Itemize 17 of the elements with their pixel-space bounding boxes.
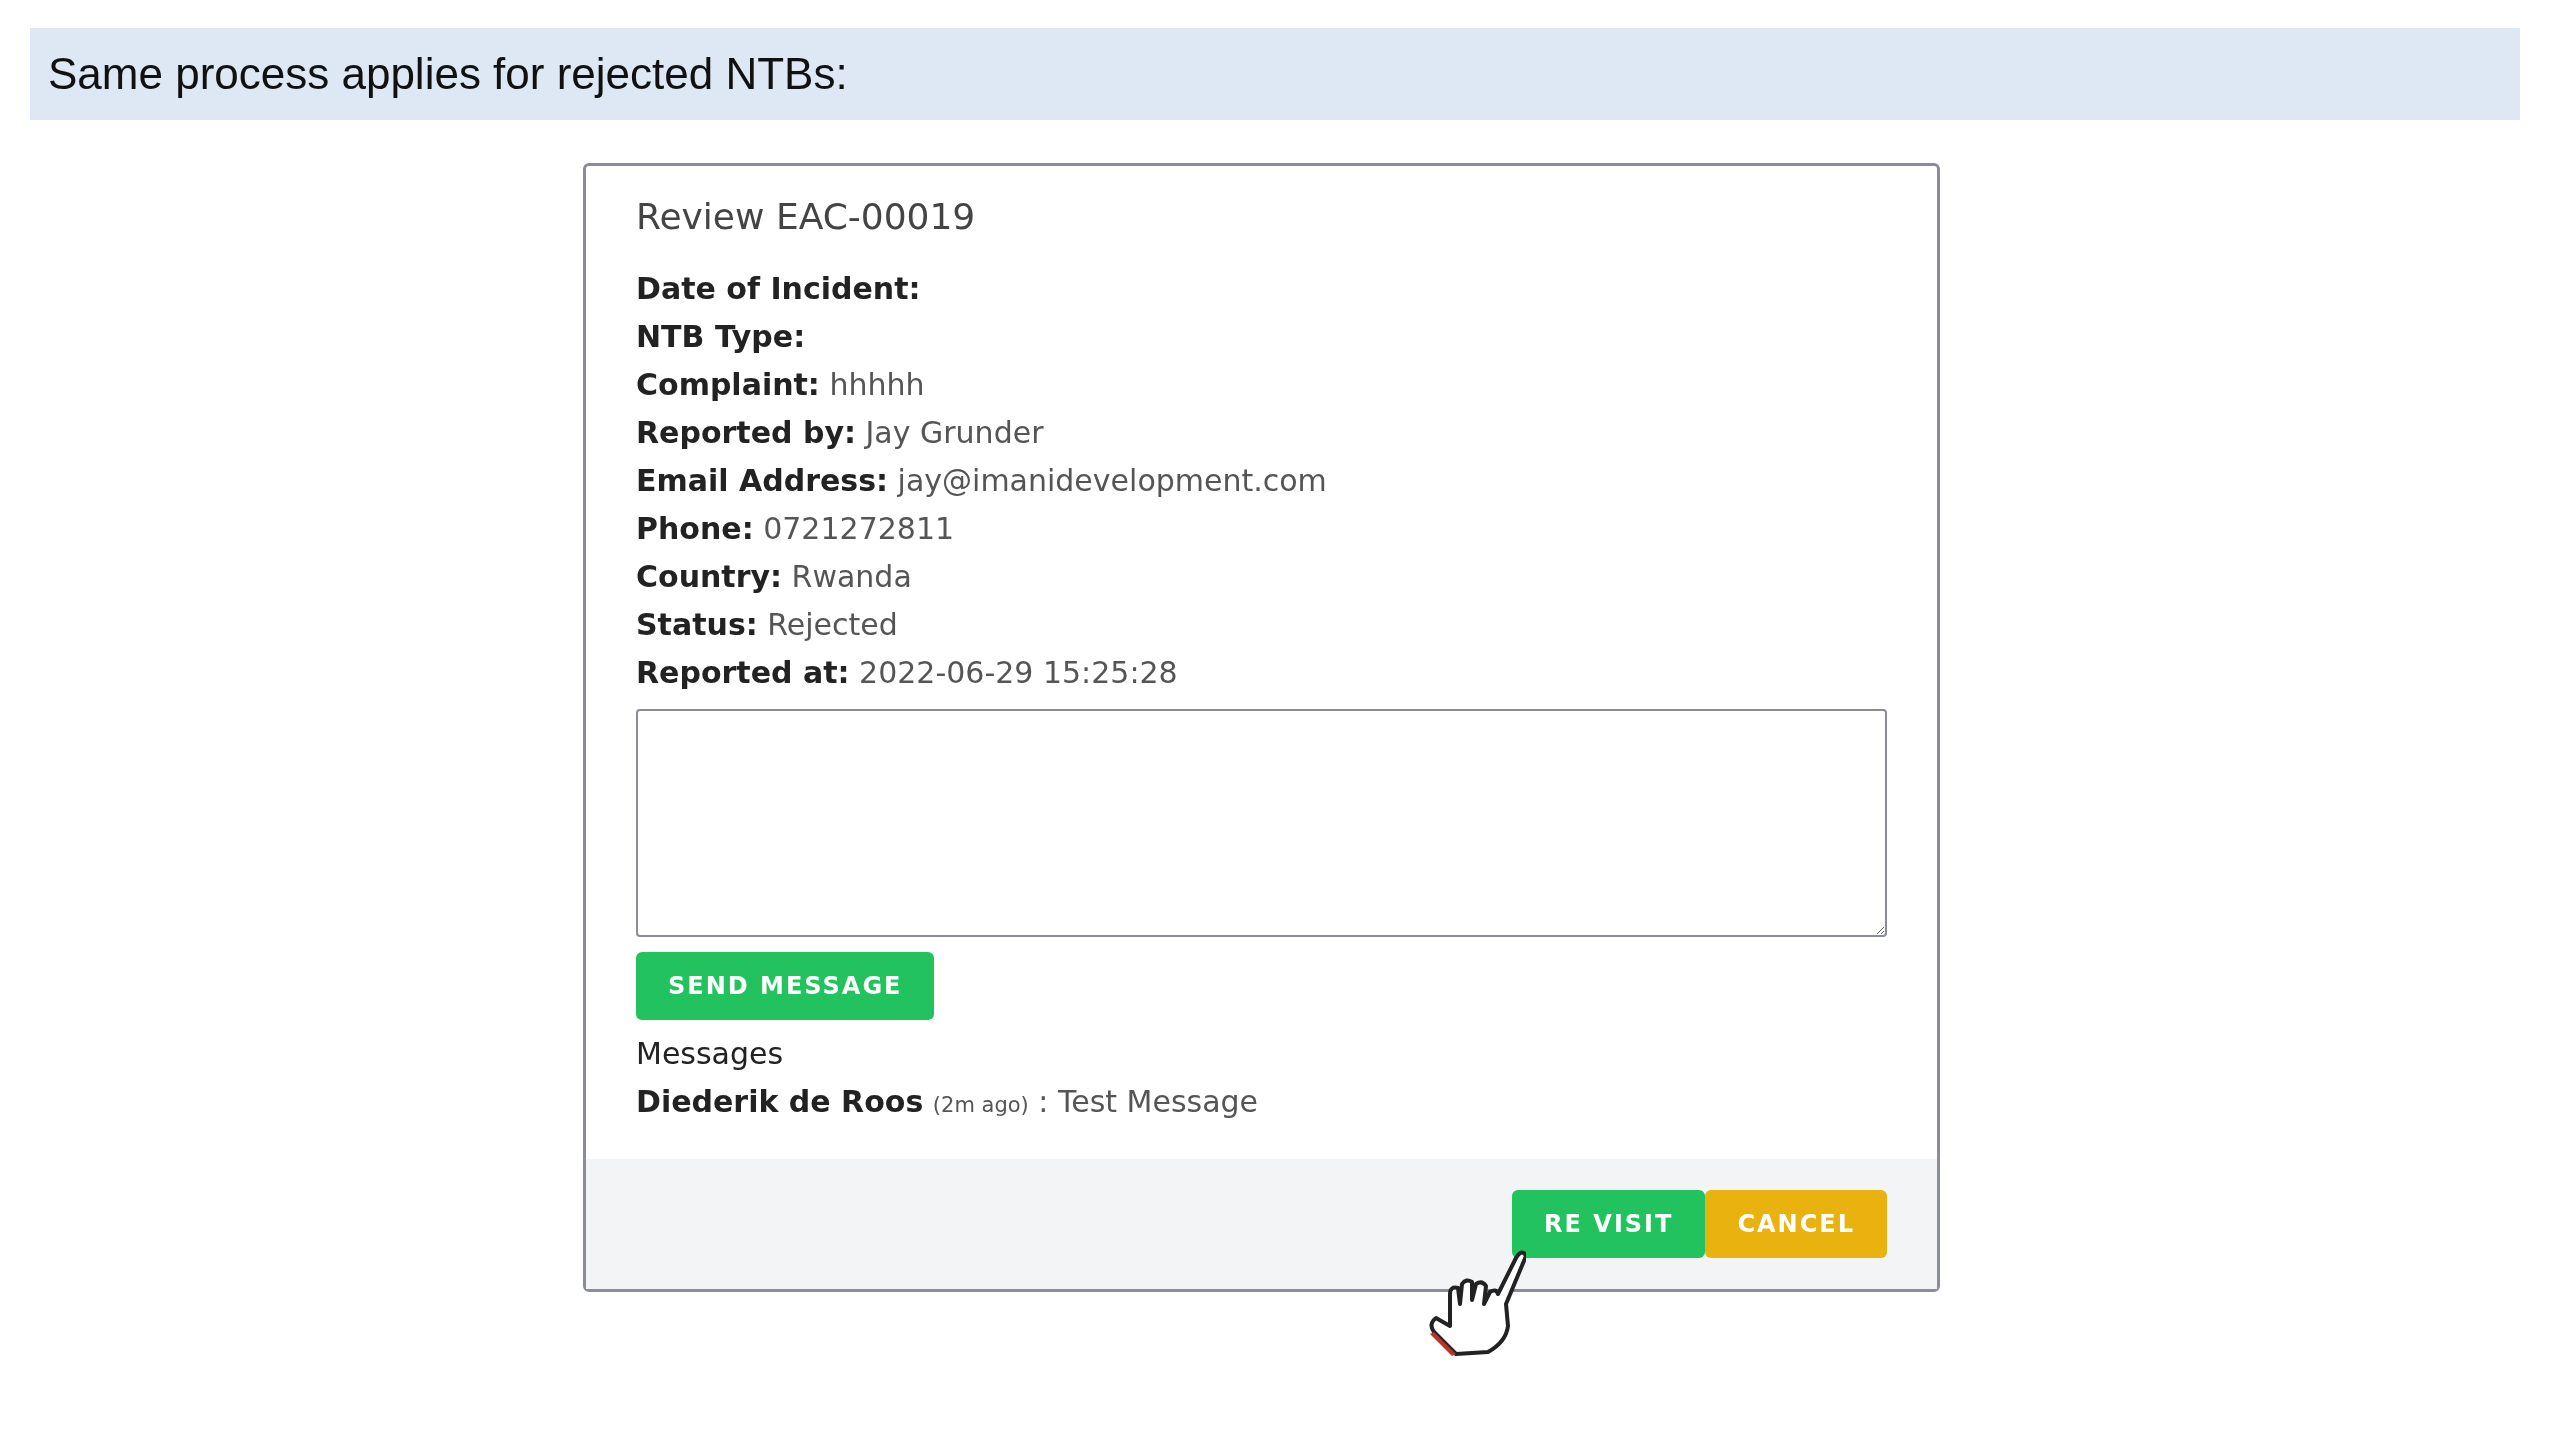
message-line: Diederik de Roos (2m ago) : Test Message [636,1083,1260,1121]
dialog-title: Review EAC-00019 [636,196,977,237]
cancel-button[interactable]: CANCEL [1705,1190,1887,1258]
detail-line: Phone: 0721272811 [636,510,956,548]
detail-line: Reported at: 2022-06-29 15:25:28 [636,654,1179,692]
detail-line: Reported by: Jay Grunder [636,414,1045,452]
detail-line: Status: Rejected [636,606,899,644]
messages-heading: Messages [636,1035,785,1073]
banner-heading: Same process applies for rejected NTBs: [48,49,848,99]
detail-line: Complaint: hhhhh [636,366,926,404]
detail-line: NTB Type: [636,318,807,356]
detail-line: Date of Incident: [636,270,922,308]
detail-line: Country: Rwanda [636,558,913,596]
detail-line: Email Address: jay@imanidevelopment.com [636,462,1328,500]
send-message-button[interactable]: SEND MESSAGE [636,952,935,1020]
revisit-button[interactable]: RE VISIT [1512,1190,1706,1258]
message-field[interactable] [636,709,1887,937]
